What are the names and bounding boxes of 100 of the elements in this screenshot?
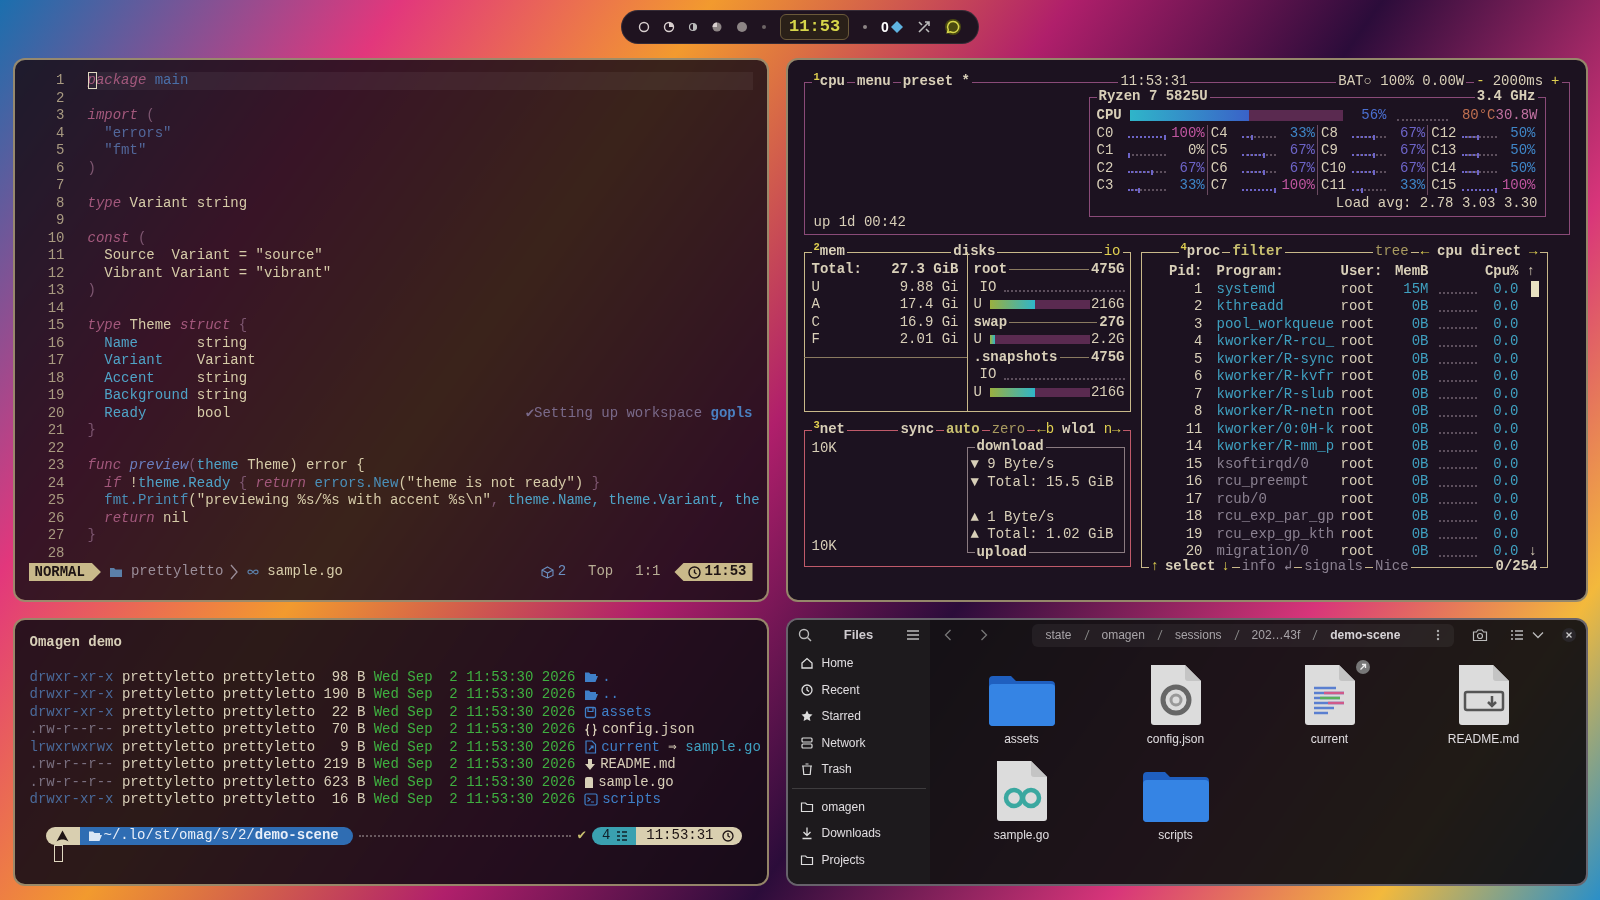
nice-button[interactable]: Nice <box>1373 558 1411 576</box>
core-percent: 67% <box>1399 142 1426 160</box>
core-label: C3 <box>1096 177 1115 195</box>
sidebar-item[interactable]: Downloads <box>791 820 926 847</box>
usage-label: U <box>973 383 982 401</box>
file-icon <box>583 775 594 789</box>
slash-icon <box>1311 629 1320 641</box>
file-label[interactable]: scripts <box>1158 826 1193 844</box>
file-owner: prettyletto <box>121 703 215 721</box>
line-number: 10 <box>46 229 65 247</box>
file-label[interactable]: config.json <box>1146 730 1205 748</box>
scrollbar-thumb[interactable] <box>1530 281 1539 298</box>
upload-rate: ▲ 1 Byte/s <box>970 508 1056 526</box>
sidebar-item[interactable]: omagen <box>791 793 926 820</box>
process-id: 20 <box>1184 543 1203 558</box>
code-text: main <box>153 72 189 90</box>
process-user: root <box>1340 490 1376 508</box>
auto-toggle[interactable]: auto <box>944 421 982 439</box>
zero-toggle[interactable]: zero <box>989 421 1028 439</box>
file-label[interactable]: README.md <box>1447 730 1520 748</box>
code-text: struct <box>179 317 231 335</box>
column-header[interactable]: Pid: <box>1144 263 1203 281</box>
process-user: root <box>1340 298 1376 316</box>
menu-label[interactable]: menu <box>855 73 893 91</box>
half-circle-icon <box>688 22 699 32</box>
file-label[interactable]: current <box>1310 730 1349 748</box>
process-cpu: 0.0 <box>1492 420 1519 438</box>
process-memory: 15M <box>1402 280 1429 298</box>
select-up-button[interactable]: ↑ <box>1150 558 1159 576</box>
code-text: Vibrant Variant = "vibrant" <box>103 264 332 282</box>
column-header[interactable]: Cpu% <box>1428 263 1519 281</box>
sidebar-item[interactable]: Starred <box>791 703 926 730</box>
path-segment[interactable]: sessions <box>1174 626 1222 644</box>
graph-scale: 10K <box>811 440 838 458</box>
process-user: root <box>1340 368 1376 386</box>
next-interface-button[interactable]: n→ <box>1103 421 1121 439</box>
file-label[interactable]: assets <box>1004 730 1039 748</box>
path-segment[interactable]: demo-scene <box>1330 626 1401 644</box>
line-number: 18 <box>46 369 65 387</box>
file-name: . <box>602 668 611 686</box>
previous-interface-button[interactable]: ←b <box>1037 421 1055 439</box>
code-text: fmt.Printf <box>103 492 189 510</box>
file-owner: prettyletto <box>121 756 215 774</box>
braces-icon <box>583 722 598 737</box>
path-segment[interactable]: omagen <box>1101 626 1145 644</box>
close-icon <box>1561 628 1576 642</box>
filled-circle-icon <box>736 21 749 33</box>
job-count: 4 <box>601 826 611 845</box>
menu-icon <box>905 629 920 641</box>
info-button[interactable]: info ↲ <box>1239 558 1295 576</box>
usage-label: U <box>973 296 982 314</box>
process-name: ksoftirqd/0 <box>1216 455 1310 473</box>
io-label: IO <box>979 366 997 384</box>
sidebar-item[interactable]: Trash <box>791 756 926 783</box>
decrease-button[interactable]: - <box>1476 73 1485 91</box>
core-percent: 100% <box>1280 177 1315 195</box>
path-segment[interactable]: 202…43f <box>1251 626 1301 644</box>
process-name: kworker/R-kvfr <box>1216 368 1336 386</box>
process-name: kworker/R-rcu_ <box>1216 333 1336 351</box>
scroll-down-arrow[interactable]: ↓ <box>1528 543 1537 558</box>
preset-label[interactable]: preset * <box>900 73 972 91</box>
code-text: type <box>87 194 122 212</box>
tree-toggle[interactable]: tree <box>1373 243 1411 261</box>
sync-toggle[interactable]: sync <box>898 421 937 439</box>
signals-button[interactable]: signals <box>1302 558 1365 576</box>
sidebar-item[interactable]: Network <box>791 729 926 756</box>
column-header[interactable]: User: <box>1340 263 1393 281</box>
process-name: kworker/R-sync <box>1216 350 1336 368</box>
file-label[interactable]: sample.go <box>993 826 1050 844</box>
path-segment[interactable]: state <box>1045 626 1072 644</box>
sidebar-item[interactable]: Home <box>791 650 926 677</box>
file-owner: prettyletto <box>121 773 215 791</box>
column-header[interactable]: MemB <box>1392 263 1429 281</box>
process-id: 16 <box>1184 473 1203 491</box>
io-toggle[interactable]: io <box>1101 243 1123 261</box>
code-text: Background <box>103 387 189 405</box>
process-name: rcu_exp_par_gp <box>1216 508 1336 526</box>
process-memory: 0B <box>1410 473 1429 491</box>
sidebar-item[interactable]: Projects <box>791 846 926 873</box>
process-user: root <box>1340 280 1376 298</box>
column-header[interactable]: Program: <box>1216 263 1340 281</box>
code-text: string <box>195 387 248 405</box>
increase-button[interactable]: + <box>1551 73 1560 91</box>
terminal-icon <box>583 793 598 807</box>
filter-toggle[interactable]: filter <box>1230 243 1285 261</box>
size-unit: B <box>356 773 366 791</box>
process-memory: 0B <box>1410 350 1429 368</box>
memory-meter <box>1438 396 1477 399</box>
core-label: C15 <box>1431 177 1458 195</box>
code-text: , <box>490 492 501 510</box>
sidebar-item[interactable]: Recent <box>791 676 926 703</box>
select-down-button[interactable]: ↓ <box>1221 558 1230 576</box>
code-text: ( <box>145 107 155 125</box>
previous-sort-button[interactable]: ← <box>1420 243 1430 261</box>
file-group: prettyletto <box>222 721 316 739</box>
next-sort-button[interactable]: → <box>1529 243 1538 261</box>
cpu-temperature: 80°C <box>1461 107 1496 125</box>
core-label: C13 <box>1431 142 1458 160</box>
file-group: prettyletto <box>222 668 316 686</box>
code-text: Variant <box>103 352 164 370</box>
